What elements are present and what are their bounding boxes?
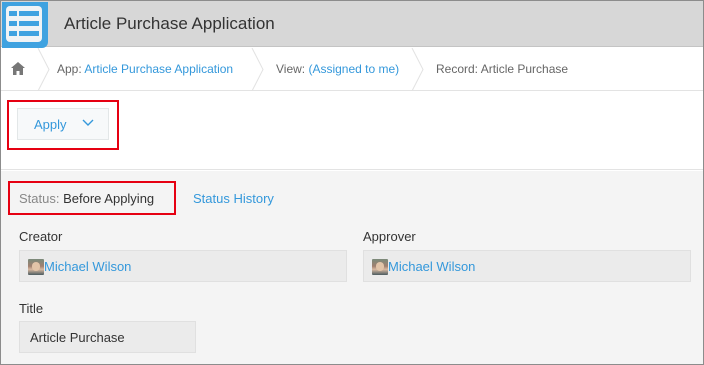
breadcrumb-separator (251, 48, 264, 91)
apply-highlight-box (7, 100, 119, 150)
breadcrumb-app-link[interactable]: Article Purchase Application (84, 62, 233, 76)
title-label: Title (19, 301, 44, 316)
breadcrumb-record: Record: Article Purchase (436, 62, 569, 76)
status-history-link[interactable]: Status History (193, 191, 274, 206)
title-field: Article Purchase (19, 321, 196, 353)
app-header: Article Purchase Application (1, 1, 703, 48)
breadcrumb: App: Article Purchase Application View: … (1, 48, 703, 91)
breadcrumb-view: View: (Assigned to me) (276, 62, 399, 76)
app-title: Article Purchase Application (64, 14, 275, 33)
breadcrumb-separator (37, 48, 50, 91)
app-list-icon[interactable] (2, 2, 48, 48)
approver-user-name[interactable]: Michael Wilson (388, 259, 475, 274)
approver-label: Approver (363, 229, 416, 244)
creator-field: Michael Wilson (19, 250, 347, 282)
creator-label: Creator (19, 229, 63, 244)
breadcrumb-view-link[interactable]: (Assigned to me) (308, 62, 399, 76)
app-window: Article Purchase Application App: Articl… (0, 0, 704, 365)
status-highlight-box (8, 181, 176, 215)
breadcrumb-view-prefix: View: (276, 62, 309, 76)
breadcrumb-separator (411, 48, 424, 91)
breadcrumb-app-prefix: App: (57, 62, 85, 76)
avatar (28, 259, 44, 275)
creator-user-name[interactable]: Michael Wilson (44, 259, 131, 274)
approver-field: Michael Wilson (363, 250, 691, 282)
record-toolbar: Apply (1, 92, 703, 170)
home-icon (11, 62, 25, 75)
avatar (372, 259, 388, 275)
home-button[interactable] (1, 48, 37, 91)
record-details: Status: Before Applying Status History C… (1, 171, 703, 364)
title-value: Article Purchase (30, 330, 125, 345)
breadcrumb-app: App: Article Purchase Application (57, 62, 233, 76)
